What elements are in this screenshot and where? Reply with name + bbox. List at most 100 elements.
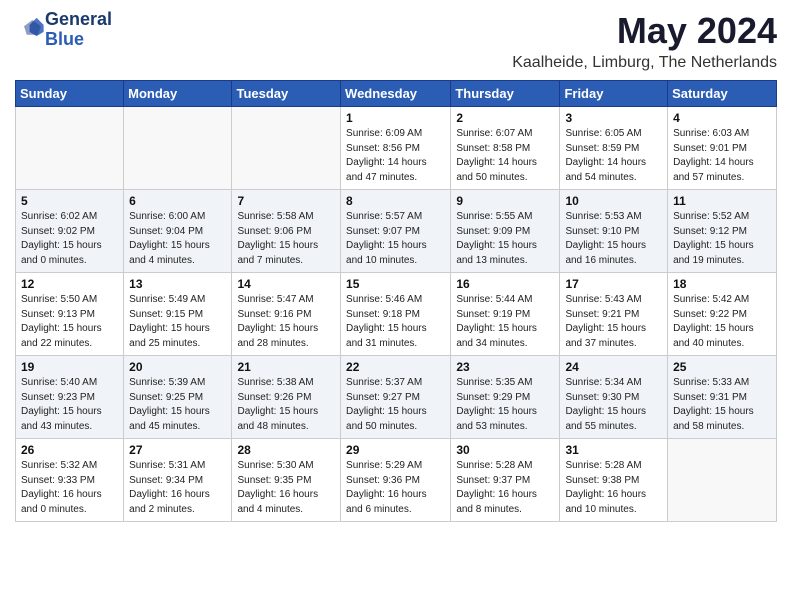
calendar-week-row: 5Sunrise: 6:02 AMSunset: 9:02 PMDaylight… <box>16 190 777 273</box>
day-number: 25 <box>673 360 771 374</box>
calendar-cell <box>16 107 124 190</box>
day-info: Sunrise: 5:57 AMSunset: 9:07 PMDaylight:… <box>346 210 445 268</box>
calendar-cell <box>232 107 341 190</box>
calendar-cell: 23Sunrise: 5:35 AMSunset: 9:29 PMDayligh… <box>451 356 560 439</box>
calendar-cell: 8Sunrise: 5:57 AMSunset: 9:07 PMDaylight… <box>341 190 451 273</box>
day-number: 28 <box>237 443 335 457</box>
weekday-header-thursday: Thursday <box>451 81 560 107</box>
logo: General Blue <box>15 10 112 50</box>
day-number: 3 <box>565 111 662 125</box>
calendar-cell: 7 Sunrise: 5:58 AMSunset: 9:06 PMDaylight… <box>232 190 341 273</box>
day-info: Sunrise: 5:49 AMSunset: 9:15 PMDaylight:… <box>129 293 226 351</box>
calendar-cell: 12 Sunrise: 5:50 AMSunset: 9:13 PMDayligh… <box>16 273 124 356</box>
calendar-cell: 26Sunrise: 5:32 AMSunset: 9:33 PMDayligh… <box>16 439 124 522</box>
day-number: 18 <box>673 277 771 291</box>
calendar-cell: 27Sunrise: 5:31 AMSunset: 9:34 PMDayligh… <box>124 439 232 522</box>
month-year-title: May 2024 <box>512 10 777 52</box>
day-info: Sunrise: 5:47 AMSunset: 9:16 PMDaylight:… <box>237 293 335 351</box>
calendar-cell: 17 Sunrise: 5:43 AMSunset: 9:21 PMDayligh… <box>560 273 668 356</box>
day-number: 17 <box>565 277 662 291</box>
calendar-cell: 21Sunrise: 5:38 AMSunset: 9:26 PMDayligh… <box>232 356 341 439</box>
logo-icon <box>17 13 45 41</box>
day-number: 1 <box>346 111 445 125</box>
day-number: 10 <box>565 194 662 208</box>
day-info: Sunrise: 5:55 AMSunset: 9:09 PMDaylight:… <box>456 210 554 268</box>
calendar-cell: 31 Sunrise: 5:28 AMSunset: 9:38 PMDayligh… <box>560 439 668 522</box>
day-info: Sunrise: 5:40 AMSunset: 9:23 PMDaylight:… <box>21 376 118 434</box>
calendar-cell: 9 Sunrise: 5:55 AMSunset: 9:09 PMDaylight… <box>451 190 560 273</box>
day-info: Sunrise: 5:32 AMSunset: 9:33 PMDaylight:… <box>21 459 118 517</box>
calendar-cell: 11Sunrise: 5:52 AMSunset: 9:12 PMDayligh… <box>668 190 777 273</box>
weekday-header-wednesday: Wednesday <box>341 81 451 107</box>
calendar-cell: 29Sunrise: 5:29 AMSunset: 9:36 PMDayligh… <box>341 439 451 522</box>
weekday-header-friday: Friday <box>560 81 668 107</box>
day-number: 9 <box>456 194 554 208</box>
day-info: Sunrise: 5:58 AMSunset: 9:06 PMDaylight:… <box>237 210 335 268</box>
day-number: 12 <box>21 277 118 291</box>
calendar-cell: 6 Sunrise: 6:00 AMSunset: 9:04 PMDaylight… <box>124 190 232 273</box>
day-info: Sunrise: 5:29 AMSunset: 9:36 PMDaylight:… <box>346 459 445 517</box>
calendar-cell: 22 Sunrise: 5:37 AMSunset: 9:27 PMDayligh… <box>341 356 451 439</box>
calendar-cell: 15 Sunrise: 5:46 AMSunset: 9:18 PMDayligh… <box>341 273 451 356</box>
day-info: Sunrise: 5:28 AMSunset: 9:37 PMDaylight:… <box>456 459 554 517</box>
day-number: 22 <box>346 360 445 374</box>
weekday-header-tuesday: Tuesday <box>232 81 341 107</box>
day-number: 20 <box>129 360 226 374</box>
weekday-header-saturday: Saturday <box>668 81 777 107</box>
day-info: Sunrise: 5:39 AMSunset: 9:25 PMDaylight:… <box>129 376 226 434</box>
weekday-header-monday: Monday <box>124 81 232 107</box>
day-info: Sunrise: 5:53 AMSunset: 9:10 PMDaylight:… <box>565 210 662 268</box>
weekday-header-sunday: Sunday <box>16 81 124 107</box>
calendar-cell: 30Sunrise: 5:28 AMSunset: 9:37 PMDayligh… <box>451 439 560 522</box>
calendar-cell <box>668 439 777 522</box>
calendar-week-row: 19 Sunrise: 5:40 AMSunset: 9:23 PMDayligh… <box>16 356 777 439</box>
calendar-cell: 2 Sunrise: 6:07 AMSunset: 8:58 PMDaylight… <box>451 107 560 190</box>
calendar-week-row: 1 Sunrise: 6:09 AMSunset: 8:56 PMDaylight… <box>16 107 777 190</box>
day-number: 21 <box>237 360 335 374</box>
day-info: Sunrise: 5:50 AMSunset: 9:13 PMDaylight:… <box>21 293 118 351</box>
day-number: 6 <box>129 194 226 208</box>
day-number: 23 <box>456 360 554 374</box>
calendar-table: SundayMondayTuesdayWednesdayThursdayFrid… <box>15 80 777 522</box>
day-info: Sunrise: 5:42 AMSunset: 9:22 PMDaylight:… <box>673 293 771 351</box>
day-number: 19 <box>21 360 118 374</box>
calendar-cell: 4 Sunrise: 6:03 AMSunset: 9:01 PMDaylight… <box>668 107 777 190</box>
day-info: Sunrise: 5:33 AMSunset: 9:31 PMDaylight:… <box>673 376 771 434</box>
day-number: 11 <box>673 194 771 208</box>
day-info: Sunrise: 5:28 AMSunset: 9:38 PMDaylight:… <box>565 459 662 517</box>
day-number: 15 <box>346 277 445 291</box>
day-number: 2 <box>456 111 554 125</box>
location-subtitle: Kaalheide, Limburg, The Netherlands <box>512 54 777 72</box>
page-header: General Blue May 2024 Kaalheide, Limburg… <box>15 10 777 72</box>
calendar-cell: 19 Sunrise: 5:40 AMSunset: 9:23 PMDayligh… <box>16 356 124 439</box>
day-info: Sunrise: 6:07 AMSunset: 8:58 PMDaylight:… <box>456 127 554 185</box>
calendar-cell: 3Sunrise: 6:05 AMSunset: 8:59 PMDaylight… <box>560 107 668 190</box>
calendar-cell: 28Sunrise: 5:30 AMSunset: 9:35 PMDayligh… <box>232 439 341 522</box>
calendar-cell: 14 Sunrise: 5:47 AMSunset: 9:16 PMDayligh… <box>232 273 341 356</box>
day-info: Sunrise: 5:37 AMSunset: 9:27 PMDaylight:… <box>346 376 445 434</box>
day-info: Sunrise: 5:46 AMSunset: 9:18 PMDaylight:… <box>346 293 445 351</box>
day-number: 27 <box>129 443 226 457</box>
day-info: Sunrise: 6:09 AMSunset: 8:56 PMDaylight:… <box>346 127 445 185</box>
day-info: Sunrise: 5:43 AMSunset: 9:21 PMDaylight:… <box>565 293 662 351</box>
weekday-header-row: SundayMondayTuesdayWednesdayThursdayFrid… <box>16 81 777 107</box>
day-number: 13 <box>129 277 226 291</box>
day-number: 31 <box>565 443 662 457</box>
title-section: May 2024 Kaalheide, Limburg, The Netherl… <box>512 10 777 72</box>
calendar-cell <box>124 107 232 190</box>
day-number: 14 <box>237 277 335 291</box>
calendar-week-row: 12 Sunrise: 5:50 AMSunset: 9:13 PMDayligh… <box>16 273 777 356</box>
day-number: 4 <box>673 111 771 125</box>
calendar-cell: 18 Sunrise: 5:42 AMSunset: 9:22 PMDayligh… <box>668 273 777 356</box>
calendar-cell: 24Sunrise: 5:34 AMSunset: 9:30 PMDayligh… <box>560 356 668 439</box>
day-info: Sunrise: 6:03 AMSunset: 9:01 PMDaylight:… <box>673 127 771 185</box>
calendar-cell: 25 Sunrise: 5:33 AMSunset: 9:31 PMDayligh… <box>668 356 777 439</box>
day-number: 7 <box>237 194 335 208</box>
calendar-cell: 13 Sunrise: 5:49 AMSunset: 9:15 PMDayligh… <box>124 273 232 356</box>
day-info: Sunrise: 6:00 AMSunset: 9:04 PMDaylight:… <box>129 210 226 268</box>
calendar-cell: 10 Sunrise: 5:53 AMSunset: 9:10 PMDayligh… <box>560 190 668 273</box>
day-info: Sunrise: 5:34 AMSunset: 9:30 PMDaylight:… <box>565 376 662 434</box>
calendar-cell: 5Sunrise: 6:02 AMSunset: 9:02 PMDaylight… <box>16 190 124 273</box>
day-info: Sunrise: 6:02 AMSunset: 9:02 PMDaylight:… <box>21 210 118 268</box>
day-info: Sunrise: 5:44 AMSunset: 9:19 PMDaylight:… <box>456 293 554 351</box>
